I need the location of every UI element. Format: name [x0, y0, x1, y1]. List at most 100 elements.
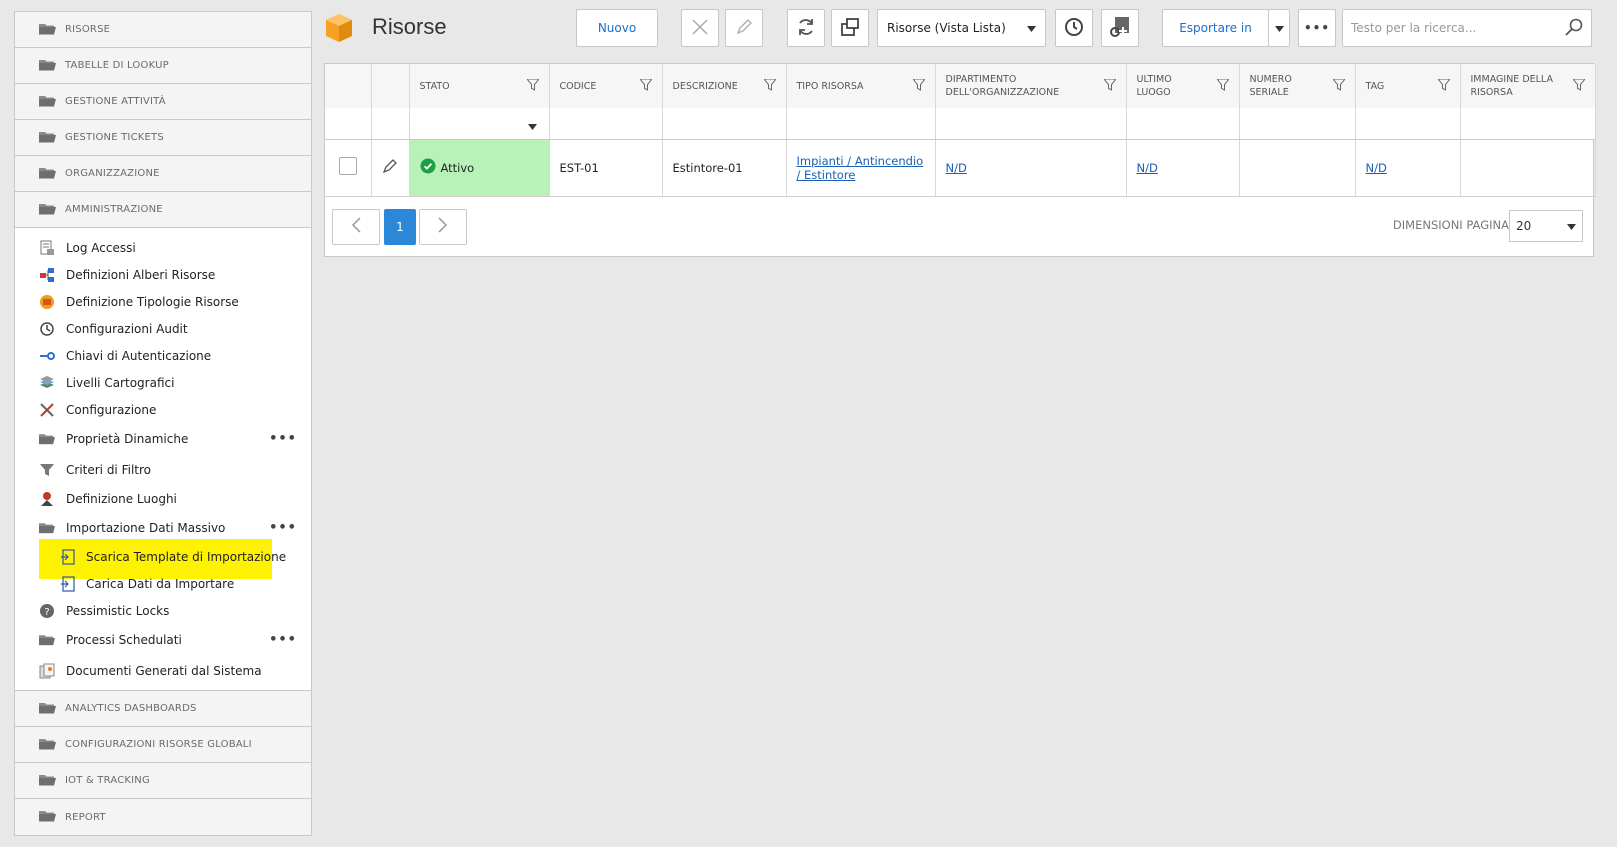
section-iot-tracking[interactable]: IOT & TRACKING: [15, 763, 311, 799]
ultimo-luogo-link[interactable]: N/D: [1137, 161, 1158, 175]
status-filter-dropdown[interactable]: [409, 108, 550, 140]
search-icon[interactable]: [1565, 18, 1583, 39]
filter-icon[interactable]: [525, 78, 540, 95]
column-header-tipo-risorsa[interactable]: TIPO RISORSA: [786, 64, 936, 108]
filter-icon[interactable]: [1331, 78, 1346, 95]
refresh-button[interactable]: [787, 9, 825, 47]
sidebar: RISORSE TABELLE DI LOOKUP GESTIONE ATTIV…: [14, 11, 312, 836]
page-size-label: DIMENSIONI PAGINA: [1392, 218, 1509, 232]
folder-open-icon: [39, 520, 55, 536]
column-header-tag[interactable]: TAG: [1355, 64, 1461, 108]
ultimo-luogo-filter[interactable]: [1126, 108, 1240, 140]
more-options-icon[interactable]: •••: [269, 431, 297, 446]
section-configurazioni-risorse-globali[interactable]: CONFIGURAZIONI RISORSE GLOBALI: [15, 727, 311, 763]
sidebar-item-configurazioni-audit[interactable]: Configurazioni Audit: [15, 315, 311, 342]
filter-icon[interactable]: [1571, 78, 1586, 95]
sidebar-item-definizione-luoghi[interactable]: Definizione Luoghi: [15, 485, 311, 512]
page-size-select[interactable]: 20: [1509, 210, 1583, 242]
view-select[interactable]: Risorse (Vista Lista): [877, 9, 1046, 47]
filter-icon[interactable]: [1436, 78, 1451, 95]
more-options-button[interactable]: •••: [1298, 9, 1336, 47]
import-icon: [60, 548, 76, 565]
section-tabelle-di-lookup[interactable]: TABELLE DI LOOKUP: [15, 48, 311, 84]
sidebar-item-configurazione[interactable]: Configurazione: [15, 396, 311, 423]
row-edit-button[interactable]: [371, 139, 410, 197]
sidebar-subitem-carica-dati[interactable]: Carica Dati da Importare: [15, 570, 311, 597]
column-header-stato[interactable]: STATO: [409, 64, 550, 108]
import-icon: [60, 575, 76, 592]
edit-column-header: [371, 64, 410, 108]
resource-box-icon: [323, 12, 355, 48]
sidebar-item-pessimistic-locks[interactable]: ? Pessimistic Locks: [15, 597, 311, 624]
sidebar-item-processi-schedulati[interactable]: Processi Schedulati •••: [15, 624, 311, 655]
svg-text:?: ?: [44, 607, 49, 618]
filter-icon[interactable]: [1102, 78, 1117, 95]
filter-icon[interactable]: [911, 78, 926, 95]
filter-icon[interactable]: [762, 78, 777, 95]
location-icon: [39, 491, 55, 507]
dipartimento-filter[interactable]: [935, 108, 1127, 140]
page-1-button[interactable]: 1: [384, 209, 416, 245]
folder-open-icon: [39, 202, 56, 218]
sidebar-item-criteri-di-filtro[interactable]: Criteri di Filtro: [15, 454, 311, 485]
calculator-icon: [1109, 16, 1131, 41]
pencil-icon: [382, 159, 398, 177]
sidebar-item-proprieta-dinamiche[interactable]: Proprietà Dinamiche •••: [15, 423, 311, 454]
section-organizzazione[interactable]: ORGANIZZAZIONE: [15, 156, 311, 192]
next-page-button[interactable]: [419, 209, 467, 245]
caret-down-icon: [1027, 21, 1036, 35]
sidebar-subitem-scarica-template[interactable]: Scarica Template di Importazione: [15, 539, 311, 579]
dipartimento-cell: N/D: [935, 139, 1127, 197]
column-header-dipartimento[interactable]: DIPARTIMENTO DELL'ORGANIZZAZIONE: [935, 64, 1127, 108]
search-input[interactable]: Testo per la ricerca...: [1342, 9, 1592, 47]
column-header-codice[interactable]: CODICE: [549, 64, 663, 108]
dipartimento-link[interactable]: N/D: [946, 161, 967, 175]
history-button[interactable]: [1055, 9, 1093, 47]
section-report[interactable]: REPORT: [15, 799, 311, 835]
sidebar-item-definizione-tipologie-risorse[interactable]: Definizione Tipologie Risorse: [15, 288, 311, 315]
table-row[interactable]: Attivo EST-01 Estintore-01 Impianti / An…: [325, 139, 1596, 197]
status-cell: Attivo: [409, 139, 550, 197]
descrizione-cell: Estintore-01: [662, 139, 787, 197]
tag-filter[interactable]: [1355, 108, 1461, 140]
filter-icon[interactable]: [638, 78, 653, 95]
grid-header-row: STATO CODICE DESCRIZIONE TIPO RISORSA DI…: [325, 64, 1596, 108]
descrizione-filter[interactable]: [662, 108, 787, 140]
tag-link[interactable]: N/D: [1366, 161, 1387, 175]
tipo-risorsa-filter[interactable]: [786, 108, 936, 140]
folder-icon: [39, 22, 56, 38]
column-header-descrizione[interactable]: DESCRIZIONE: [662, 64, 787, 108]
open-window-button[interactable]: [831, 9, 869, 47]
calculator-button[interactable]: [1101, 9, 1139, 47]
column-header-numero-seriale[interactable]: NUMERO SERIALE: [1239, 64, 1356, 108]
sidebar-item-chiavi-di-autenticazione[interactable]: Chiavi di Autenticazione: [15, 342, 311, 369]
sidebar-item-definizioni-alberi-risorse[interactable]: Definizioni Alberi Risorse: [15, 261, 311, 288]
column-header-immagine[interactable]: IMMAGINE DELLA RISORSA: [1460, 64, 1596, 108]
section-analytics-dashboards[interactable]: ANALYTICS DASHBOARDS: [15, 691, 311, 727]
tipo-risorsa-link[interactable]: Impianti / Antincendio / Estintore: [797, 154, 924, 182]
numero-seriale-filter[interactable]: [1239, 108, 1356, 140]
section-risorse[interactable]: RISORSE: [15, 12, 311, 48]
codice-filter[interactable]: [549, 108, 663, 140]
section-gestione-attivita[interactable]: GESTIONE ATTIVITÀ: [15, 84, 311, 120]
export-dropdown-button[interactable]: [1268, 9, 1290, 47]
filter-icon[interactable]: [1215, 78, 1230, 95]
section-gestione-tickets[interactable]: GESTIONE TICKETS: [15, 120, 311, 156]
column-header-ultimo-luogo[interactable]: ULTIMO LUOGO: [1126, 64, 1240, 108]
new-button[interactable]: Nuovo: [576, 9, 658, 47]
immagine-filter[interactable]: [1460, 108, 1596, 140]
folder-icon: [39, 701, 56, 717]
more-options-icon[interactable]: •••: [269, 520, 297, 535]
resource-type-icon: [39, 294, 55, 310]
edit-button[interactable]: [725, 9, 763, 47]
row-checkbox[interactable]: [338, 157, 357, 175]
more-options-icon[interactable]: •••: [269, 632, 297, 647]
section-amministrazione[interactable]: AMMINISTRAZIONE: [15, 192, 311, 228]
filter-row: [325, 108, 1596, 140]
export-button[interactable]: Esportare in: [1162, 9, 1269, 47]
previous-page-button[interactable]: [332, 209, 380, 245]
sidebar-item-documenti-generati[interactable]: Documenti Generati dal Sistema: [15, 655, 311, 686]
delete-button[interactable]: [681, 9, 719, 47]
sidebar-item-log-accessi[interactable]: Log Accessi: [15, 234, 311, 261]
sidebar-item-livelli-cartografici[interactable]: Livelli Cartografici: [15, 369, 311, 396]
